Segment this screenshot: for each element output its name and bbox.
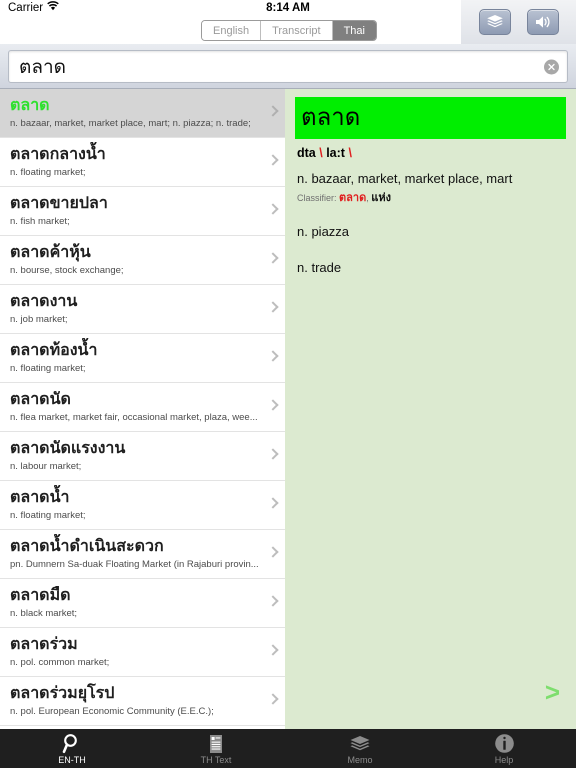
list-item-gloss: n. job market;: [10, 314, 68, 325]
list-item-gloss: n. floating market;: [10, 167, 86, 178]
chevron-right-icon: [267, 350, 279, 362]
list-item-thai: ตลาดน้ำดำเนินสะดวก: [10, 536, 164, 555]
list-item-thai: ตลาด: [10, 95, 50, 114]
segment-english[interactable]: English: [202, 21, 262, 40]
list-item-thai: ตลาดมืด: [10, 585, 71, 604]
list-item[interactable]: ตลาดน้ำดำเนินสะดวก pn. Dumnern Sa-duak F…: [0, 530, 285, 579]
magnifier-icon: [62, 733, 83, 754]
list-item-thai: ตลาดงาน: [10, 291, 78, 310]
search-bar: ตลาด: [0, 44, 576, 89]
tab-label: Memo: [347, 755, 373, 765]
segment-thai[interactable]: Thai: [332, 21, 376, 40]
list-item-thai: ตลาดร่วม: [10, 634, 78, 653]
list-item-thai: ตลาดขายปลา: [10, 193, 108, 212]
classifier-value-primary: ตลาด: [339, 191, 367, 204]
main-content: ตลาด n. bazaar, market, market place, ma…: [0, 89, 576, 729]
list-item-gloss: n. flea market, market fair, occasional …: [10, 412, 258, 423]
search-field[interactable]: ตลาด: [8, 50, 568, 83]
speaker-button[interactable]: [526, 9, 559, 35]
list-item-thai: ตลาดท้องน้ำ: [10, 340, 98, 359]
chevron-right-icon: [267, 203, 279, 215]
sense-classifier: Classifier: ตลาด, แห่ง: [297, 191, 566, 205]
list-item[interactable]: ตลาดมืด n. black market;: [0, 579, 285, 628]
list-item-gloss: n. labour market;: [10, 461, 82, 472]
list-item-gloss: n. pol. European Economic Community (E.E…: [10, 706, 214, 717]
list-item[interactable]: ตลาดขายปลา n. fish market;: [0, 187, 285, 236]
chevron-right-icon: [267, 448, 279, 460]
list-item-gloss: n. black market;: [10, 608, 78, 619]
list-item-gloss: n. pol. common market;: [10, 657, 110, 668]
next-entry-chevron-icon[interactable]: >: [545, 679, 560, 705]
list-item-gloss: pn. Dumnern Sa-duak Floating Market (in …: [10, 559, 259, 570]
list-item[interactable]: ตลาดน้ำ n. floating market;: [0, 481, 285, 530]
pronunciation-part-1: dta: [297, 146, 316, 160]
classifier-label: Classifier:: [297, 193, 337, 203]
speaker-icon: [534, 14, 552, 30]
app-root: Carrier 8:14 AM 100% English Transcript …: [0, 0, 576, 768]
chevron-right-icon: [267, 546, 279, 558]
sense-text: n. piazza: [297, 224, 350, 239]
tab-th-text[interactable]: TH Text: [144, 729, 288, 768]
clear-circle-icon[interactable]: [544, 59, 559, 74]
pronunciation-part-2: la:t: [326, 146, 345, 160]
segment-transcript[interactable]: Transcript: [261, 21, 333, 40]
sense-text: n. trade: [297, 260, 342, 275]
chevron-right-icon: [267, 595, 279, 607]
list-item[interactable]: ตลาดท้องน้ำ n. floating market;: [0, 334, 285, 383]
list-item-thai: ตลาดนัด: [10, 389, 71, 408]
list-item[interactable]: ตลาดงาน n. job market;: [0, 285, 285, 334]
tab-memo[interactable]: Memo: [288, 729, 432, 768]
chevron-right-icon: [267, 301, 279, 313]
nav-bar-actions: [461, 0, 576, 44]
info-icon: [494, 733, 515, 754]
entry-detail-pane: ตลาด dta \ la:t \ n. bazaar, market, mar…: [285, 89, 576, 729]
results-list[interactable]: ตลาด n. bazaar, market, market place, ma…: [0, 89, 285, 729]
list-item-gloss: n. fish market;: [10, 216, 70, 227]
tab-bar: EN-TH TH Text Memo Help: [0, 729, 576, 768]
list-item[interactable]: ตลาด n. bazaar, market, market place, ma…: [0, 89, 285, 138]
list-item-thai: ตลาดร่วมยุโรป: [10, 683, 115, 702]
list-item-thai: ตลาดนัดแรงงาน: [10, 438, 126, 457]
chevron-right-icon: [267, 154, 279, 166]
tab-label: TH Text: [200, 755, 232, 765]
sense-text: n. bazaar, market, market place, mart: [297, 171, 513, 186]
list-item-gloss: n. floating market;: [10, 510, 86, 521]
classifier-value-secondary: แห่ง: [371, 191, 391, 204]
list-item-thai: ตลาดกลางน้ำ: [10, 144, 106, 163]
list-item-thai: ตลาดค้าหุ้น: [10, 242, 91, 261]
entry-pronunciation: dta \ la:t \: [297, 146, 566, 160]
list-item[interactable]: ตลาดค้าหุ้น n. bourse, stock exchange;: [0, 236, 285, 285]
list-item[interactable]: ตลาดนัด n. flea market, market fair, occ…: [0, 383, 285, 432]
layers-icon: [486, 14, 504, 30]
document-icon: [207, 733, 225, 754]
list-item[interactable]: ตลาดร่วมยุโรป n. pol. European Economic …: [0, 677, 285, 726]
chevron-right-icon: [267, 399, 279, 411]
list-item[interactable]: ตลาดร่วม n. pol. common market;: [0, 628, 285, 677]
language-segmented-control[interactable]: English Transcript Thai: [201, 20, 377, 41]
search-input[interactable]: ตลาด: [19, 52, 66, 82]
list-item-gloss: n. bazaar, market, market place, mart; n…: [10, 118, 251, 129]
tab-label: Help: [494, 755, 514, 765]
entry-headword: ตลาด: [301, 103, 361, 131]
tab-en-th[interactable]: EN-TH: [0, 729, 144, 768]
chevron-right-icon: [267, 644, 279, 656]
list-item-thai: ตลาดน้ำ: [10, 487, 70, 506]
list-item-gloss: n. floating market;: [10, 363, 86, 374]
entry-headword-banner: ตลาด: [295, 97, 566, 139]
list-item[interactable]: ตลาดกลางน้ำ n. floating market;: [0, 138, 285, 187]
pronunciation-slash-2: \: [348, 146, 352, 160]
pronunciation-slash-1: \: [319, 146, 323, 160]
chevron-right-icon: [267, 252, 279, 264]
tab-label: EN-TH: [58, 755, 86, 765]
list-item[interactable]: ตลาดนัดแรงงาน n. labour market;: [0, 432, 285, 481]
layers-button[interactable]: [478, 9, 511, 35]
chevron-right-icon: [267, 497, 279, 509]
layers-icon: [349, 733, 371, 754]
chevron-right-icon: [267, 105, 279, 117]
classifier-separator: ,: [366, 193, 369, 203]
list-item-gloss: n. bourse, stock exchange;: [10, 265, 124, 276]
chevron-right-icon: [267, 693, 279, 705]
tab-help[interactable]: Help: [432, 729, 576, 768]
